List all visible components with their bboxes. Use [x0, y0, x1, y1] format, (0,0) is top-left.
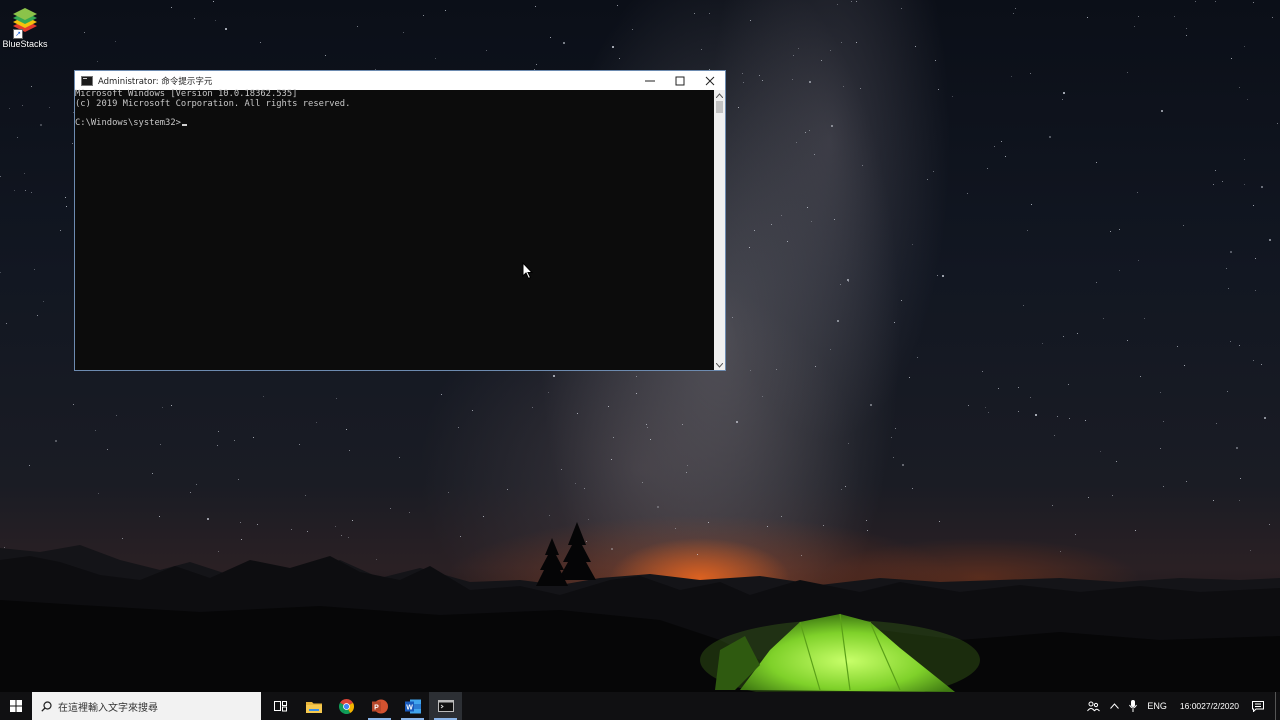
clock-time: 16:00: [1179, 701, 1202, 711]
taskbar: 在這裡輸入文字來搜尋 P W ENG 16:00 27/2/2020: [0, 692, 1280, 720]
clock-date: 27/2/2020: [1201, 701, 1239, 711]
vertical-scrollbar[interactable]: [714, 90, 725, 370]
windows-logo-icon: [10, 700, 22, 712]
command-prompt-window[interactable]: Administrator: 命令提示字元 Microsoft Windows …: [74, 70, 726, 371]
task-view-icon: [274, 700, 287, 711]
powerpoint-icon: P: [371, 699, 388, 713]
console-prompt: C:\Windows\system32>: [75, 117, 181, 128]
people-icon: [1087, 701, 1101, 711]
microphone-icon: [1129, 700, 1138, 712]
desktop-icon-bluestacks[interactable]: ↗ BlueStacks: [2, 6, 48, 49]
shortcut-arrow-icon: ↗: [13, 29, 23, 39]
microphone-button[interactable]: [1124, 692, 1142, 720]
taskbar-command-prompt[interactable]: [429, 692, 462, 720]
close-button[interactable]: [695, 71, 725, 90]
scroll-up-button[interactable]: [714, 90, 725, 100]
taskbar-clock[interactable]: 16:00 27/2/2020: [1172, 692, 1247, 720]
action-center-button[interactable]: [1247, 692, 1269, 720]
scroll-down-button[interactable]: [714, 360, 725, 370]
chrome-icon: [339, 698, 354, 714]
scrollbar-thumb[interactable]: [716, 101, 723, 113]
chevron-down-icon: [716, 362, 723, 368]
taskbar-file-explorer[interactable]: [297, 692, 330, 720]
task-view-button[interactable]: [264, 692, 297, 720]
console-icon: [81, 75, 93, 86]
window-titlebar[interactable]: Administrator: 命令提示字元: [75, 71, 725, 90]
system-tray: ENG 16:00 27/2/2020: [1082, 692, 1280, 720]
minimize-button[interactable]: [635, 71, 665, 90]
maximize-button[interactable]: [665, 71, 695, 90]
text-cursor: [181, 123, 187, 126]
search-icon: [41, 700, 52, 712]
mouse-pointer-icon: [522, 262, 534, 280]
console-prompt-line: C:\Windows\system32>: [75, 117, 714, 129]
maximize-icon: [675, 76, 685, 85]
minimize-icon: [645, 80, 655, 81]
console-icon: [437, 700, 454, 712]
close-icon: [705, 76, 715, 85]
show-hidden-icons-button[interactable]: [1105, 692, 1124, 720]
people-button[interactable]: [1082, 692, 1105, 720]
show-desktop-button[interactable]: [1275, 692, 1280, 720]
notification-icon: [1252, 700, 1264, 712]
svg-text:W: W: [406, 704, 413, 711]
bluestacks-icon: ↗: [9, 6, 41, 39]
console-line: (c) 2019 Microsoft Corporation. All righ…: [75, 98, 351, 109]
taskbar-word[interactable]: W: [396, 692, 429, 720]
window-title: Administrator: 命令提示字元: [98, 76, 213, 87]
search-placeholder: 在這裡輸入文字來搜尋: [58, 702, 158, 714]
console-output[interactable]: Microsoft Windows [Version 10.0.18362.53…: [75, 89, 714, 370]
desktop-icon-label: BlueStacks: [2, 39, 48, 49]
taskbar-search-box[interactable]: 在這裡輸入文字來搜尋: [32, 692, 261, 720]
taskbar-chrome[interactable]: [330, 692, 363, 720]
chevron-up-icon: [716, 92, 723, 98]
folder-icon: [305, 701, 322, 713]
input-language-indicator[interactable]: ENG: [1142, 692, 1172, 720]
taskbar-powerpoint[interactable]: P: [363, 692, 396, 720]
word-icon: W: [404, 699, 421, 713]
chevron-up-icon: [1110, 703, 1120, 709]
svg-text:P: P: [374, 704, 379, 711]
start-button[interactable]: [0, 692, 32, 720]
